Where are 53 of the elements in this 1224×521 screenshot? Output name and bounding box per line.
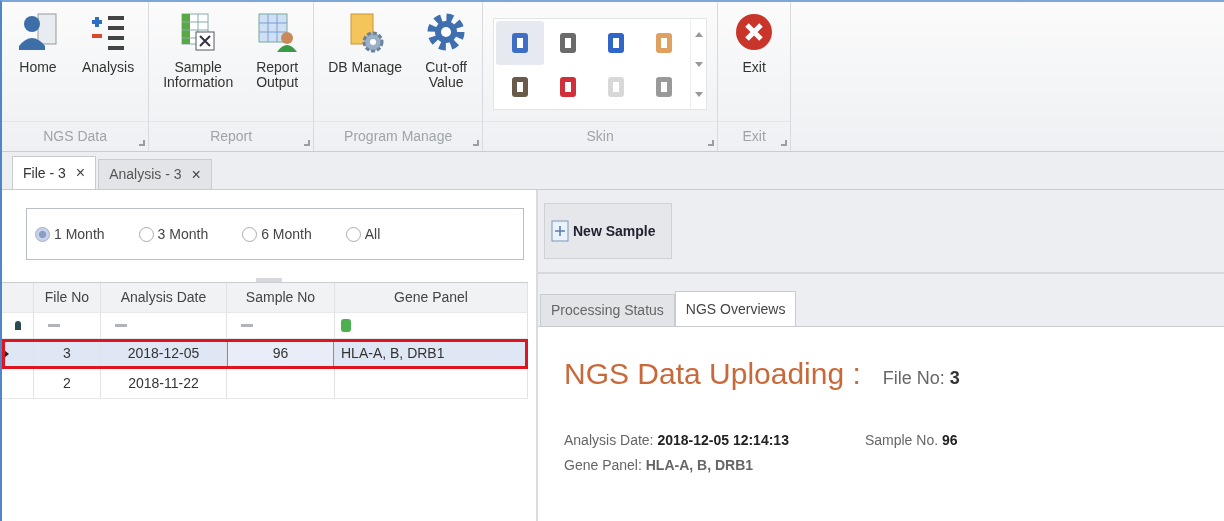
dialog-launcher-icon[interactable] bbox=[781, 140, 788, 146]
dialog-launcher-icon[interactable] bbox=[473, 140, 480, 146]
table-cell-text: 96 bbox=[272, 344, 289, 363]
column-header[interactable]: File No bbox=[44, 287, 90, 308]
radio-option[interactable]: 3 Month bbox=[138, 223, 209, 245]
overview-title: NGS Data Uploading : bbox=[564, 356, 861, 392]
dialog-launcher-icon[interactable] bbox=[139, 140, 146, 146]
tab-label: File - 3 bbox=[23, 163, 66, 183]
ribbon-button[interactable]: Sample Information bbox=[159, 8, 238, 92]
tab-label: Analysis - 3 bbox=[109, 165, 182, 184]
ribbon-button[interactable]: Cut-off Value bbox=[420, 8, 473, 92]
column-header[interactable]: Analysis Date bbox=[120, 287, 207, 308]
grid-person-icon bbox=[255, 10, 300, 54]
table-row[interactable]: 2 2018-11-22 bbox=[2, 369, 528, 399]
filter-condition-icon[interactable] bbox=[341, 319, 351, 332]
filter-row-icon bbox=[14, 321, 21, 330]
add-icon bbox=[551, 220, 569, 242]
table-cell-text: HLA-A, B, DRB1 bbox=[341, 344, 445, 363]
table-cell-text: 2018-12-05 bbox=[127, 344, 200, 363]
dialog-launcher-icon[interactable] bbox=[304, 140, 311, 146]
radio-option[interactable]: All bbox=[345, 223, 381, 245]
dialog-launcher-icon[interactable] bbox=[708, 140, 715, 146]
skin-option[interactable] bbox=[496, 21, 545, 65]
group-label: Exit bbox=[742, 127, 766, 146]
ribbon-button[interactable]: Home bbox=[12, 8, 64, 77]
ribbon-button[interactable]: Report Output bbox=[251, 8, 304, 92]
document-tab[interactable]: File - 3 × bbox=[12, 156, 97, 189]
new-sample-button[interactable]: New Sample bbox=[544, 203, 673, 259]
file-number-text: File No: 3 bbox=[882, 367, 960, 390]
table-row[interactable]: 3 2018-12-05 96 HLA-A, B, DRB1 bbox=[2, 339, 528, 369]
column-header[interactable]: Sample No bbox=[245, 287, 316, 308]
radio-option[interactable]: 6 Month bbox=[242, 223, 312, 245]
detail-tab[interactable]: Processing Status bbox=[540, 294, 675, 326]
field-text: Analysis Date: 2018-12-05 12:14:13 bbox=[564, 431, 789, 450]
column-header[interactable]: Gene Panel bbox=[394, 287, 468, 308]
table-cell-text: 3 bbox=[63, 344, 71, 363]
ribbon-button[interactable]: DB Manage bbox=[324, 8, 407, 77]
ribbon-button[interactable]: Exit bbox=[728, 8, 781, 77]
table-cell-text: 2018-11-22 bbox=[128, 374, 199, 393]
radio-option[interactable]: 1 Month bbox=[35, 223, 105, 245]
close-button[interactable]: × bbox=[75, 165, 86, 181]
close-button[interactable]: × bbox=[191, 166, 201, 183]
field-text: Sample No. 96 bbox=[864, 431, 958, 450]
document-tab[interactable]: Analysis - 3 × bbox=[98, 159, 212, 189]
group-label: NGS Data bbox=[43, 127, 107, 146]
group-label: Skin bbox=[586, 127, 614, 146]
group-label: Program Manage bbox=[344, 127, 453, 146]
field-text: Gene Panel: HLA-A, B, DRB1 bbox=[564, 457, 754, 473]
splitter-handle[interactable] bbox=[256, 278, 282, 282]
detail-tab[interactable]: NGS Overviews bbox=[674, 291, 797, 326]
ribbon-button[interactable]: Analysis bbox=[78, 8, 139, 77]
table-cell-text: 2 bbox=[63, 374, 71, 393]
group-label: Report bbox=[210, 127, 253, 146]
